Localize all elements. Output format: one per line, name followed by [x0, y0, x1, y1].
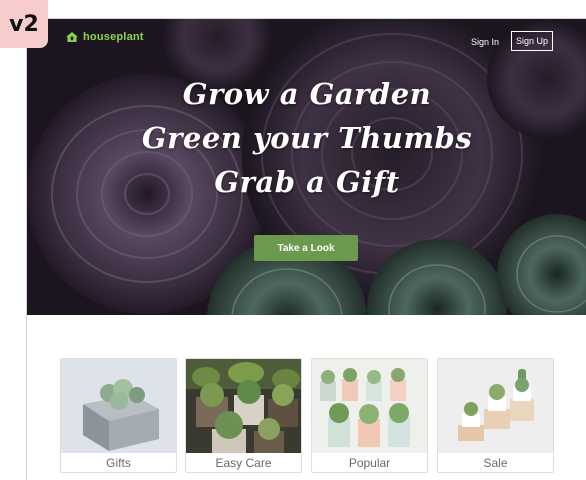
sign-up-button[interactable]: Sign Up — [511, 31, 553, 51]
category-label-popular: Popular — [348, 456, 391, 470]
category-label-easy-care: Easy Care — [215, 456, 272, 470]
house-leaf-icon — [66, 32, 78, 42]
category-card-gifts[interactable]: Gifts — [60, 358, 177, 473]
category-card-easy-care[interactable]: Easy Care — [185, 358, 302, 473]
category-card-sale[interactable]: Sale — [437, 358, 554, 473]
popular-product-image — [312, 359, 427, 453]
browser-page: houseplant Sign In Sign Up Grow a Garden… — [26, 18, 586, 480]
hero-headline-line-1: Grow a Garden — [182, 77, 432, 111]
version-tag: v2 — [0, 0, 48, 48]
category-card-popular[interactable]: Popular — [311, 358, 428, 473]
easy-care-product-image — [186, 359, 301, 453]
hero-headline-line-2: Green your Thumbs — [141, 121, 473, 155]
gifts-product-image — [61, 359, 176, 453]
category-label-gifts: Gifts — [106, 456, 131, 470]
sign-in-link[interactable]: Sign In — [471, 37, 499, 47]
hero-banner: houseplant Sign In Sign Up Grow a Garden… — [27, 19, 586, 315]
top-nav: houseplant Sign In Sign Up — [27, 19, 586, 59]
brand-logo[interactable]: houseplant — [65, 31, 144, 43]
take-a-look-button[interactable]: Take a Look — [254, 235, 358, 261]
sale-product-image — [438, 359, 553, 453]
category-label-sale: Sale — [483, 456, 508, 470]
brand-name: houseplant — [83, 31, 144, 43]
hero-headline-line-3: Grab a Gift — [214, 165, 400, 199]
